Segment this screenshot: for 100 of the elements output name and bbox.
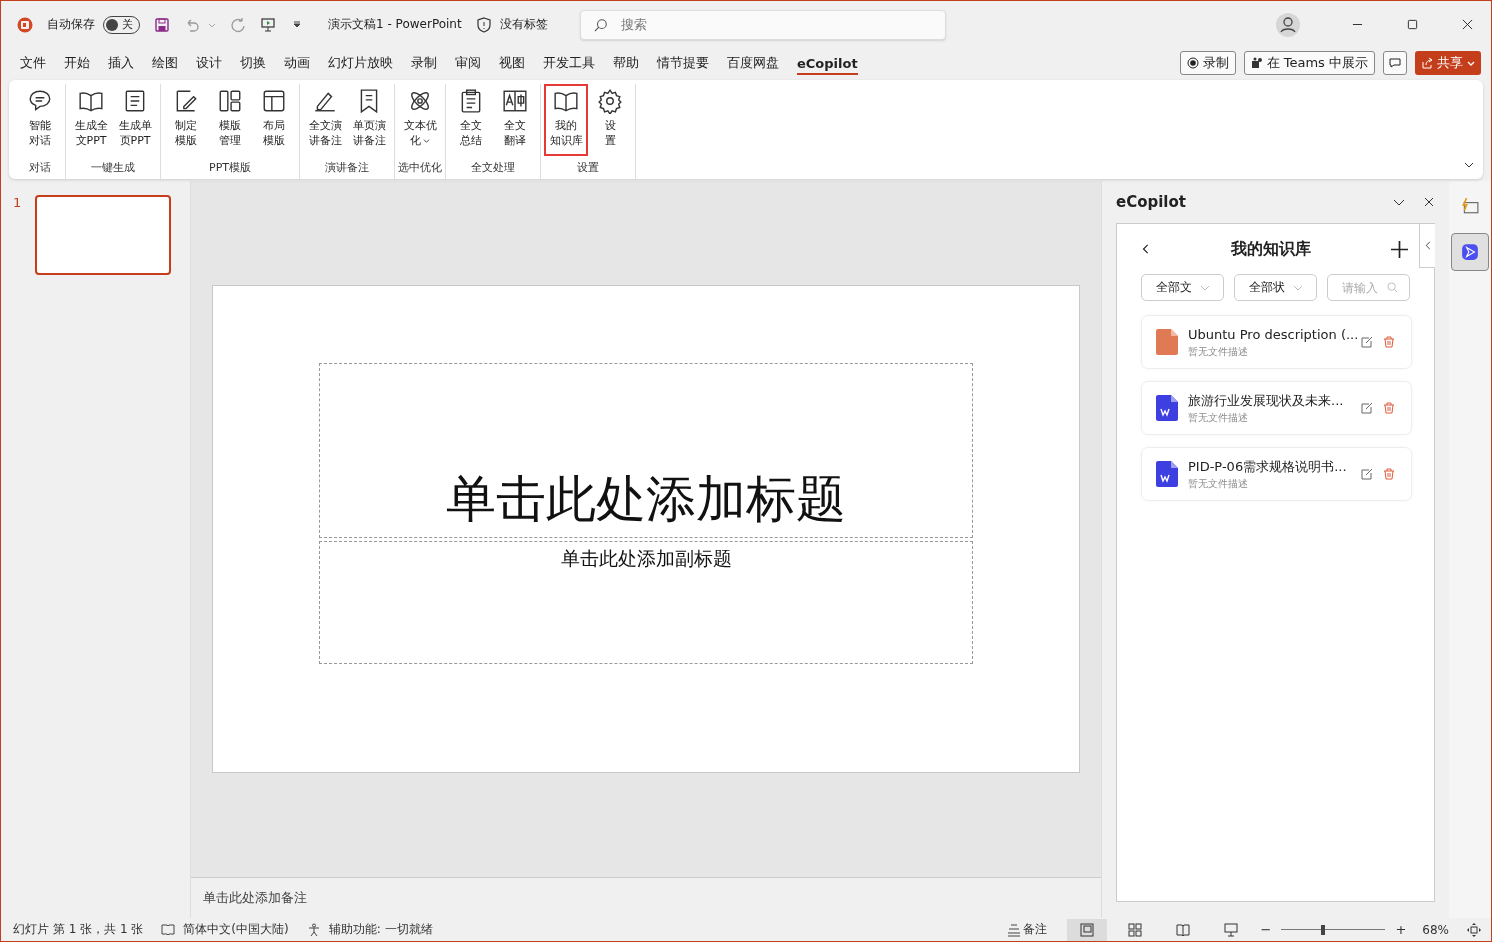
title-placeholder[interactable]: 单击此处添加标题 [319,363,973,538]
notes-button[interactable]: 备注 [996,921,1047,938]
ribbon-tab[interactable]: 开始 [55,50,99,76]
ribbon-tab[interactable]: 设计 [187,50,231,76]
file-item[interactable]: 旅游行业发展现状及未来... 暂无文件描述 [1141,381,1412,435]
subtitle-placeholder[interactable]: 单击此处添加副标题 [319,541,973,664]
document-title: 演示文稿1 - PowerPoint [328,16,462,33]
file-item[interactable]: Ubuntu Pro description (... 暂无文件描述 [1141,315,1412,369]
autosave-label: 自动保存 [47,16,95,33]
ribbon-button[interactable]: 全文 总结 [449,84,493,156]
ribbon-tab[interactable]: 动画 [275,50,319,76]
edit-icon[interactable] [1361,468,1373,480]
book-check-icon[interactable] [161,922,176,937]
present-icon[interactable] [260,16,276,33]
accessibility-status[interactable]: 辅助功能: 一切就绪 [328,921,433,938]
search-field[interactable]: 搜索 [579,9,946,40]
ribbon-tab[interactable]: 情节提要 [648,50,718,76]
caret-icon [1199,284,1210,291]
group-label: 对话 [29,160,51,176]
add-icon[interactable] [1391,240,1408,258]
filter-dropdown[interactable]: 全部文 [1141,274,1224,301]
ribbon-button[interactable]: 布局 模版 [252,84,296,156]
group-label: 全文处理 [471,160,515,176]
sensitivity-label[interactable]: 没有标签 [499,16,548,33]
close-icon[interactable] [1423,196,1435,208]
file-name: Ubuntu Pro description (... [1188,326,1359,344]
share-button[interactable]: 共享 [1415,51,1481,75]
edit-icon[interactable] [1361,336,1373,348]
zoom-in-button[interactable]: + [1393,922,1409,937]
edit-icon[interactable] [1361,402,1373,414]
slide-count: 幻灯片 第 1 张，共 1 张 [13,921,144,938]
ribbon-tab[interactable]: 文件 [11,50,55,76]
file-search-field[interactable]: 请输入 [1327,274,1410,301]
group-label: 一键生成 [91,160,135,176]
caret-icon [1292,284,1303,291]
ribbon-button[interactable]: 模版 管理 [208,84,252,156]
file-item[interactable]: PID-P-06需求规格说明书... 暂无文件描述 [1141,447,1412,501]
view-button[interactable] [1066,918,1107,941]
search-icon [593,17,608,32]
ribbon-button[interactable]: 智能 对话 [18,84,62,156]
slide-number: 1 [13,195,22,212]
side-panel-button[interactable] [1451,233,1489,271]
file-description: 暂无文件描述 [1188,345,1249,358]
delete-icon[interactable] [1383,468,1395,480]
file-name: PID-P-06需求规格说明书... [1188,458,1347,476]
translate-icon [502,88,528,114]
ribbon-tab[interactable]: 绘图 [143,50,187,76]
comments-button[interactable] [1383,51,1407,75]
slide-thumbnail[interactable] [35,195,172,275]
delete-icon[interactable] [1383,402,1395,414]
ribbon-tab[interactable]: 幻灯片放映 [319,50,402,76]
layout-icon [217,88,243,114]
save-icon[interactable] [154,16,170,33]
record-button[interactable]: 录制 [1179,51,1236,75]
teams-present-button[interactable]: 在 Teams 中展示 [1243,51,1375,75]
ribbon-button[interactable]: 我的 知识库 [544,84,588,156]
record-icon [1186,57,1199,69]
group-label: PPT模版 [209,160,251,176]
ribbon-tab[interactable]: 切换 [231,50,275,76]
customize-caret-icon[interactable] [292,19,302,30]
ribbon-button[interactable]: 全文演 讲备注 [303,84,347,156]
language-status[interactable]: 简体中文(中国大陆) [183,921,289,938]
pane-title: eCopilot [1116,193,1187,211]
file-description: 暂无文件描述 [1188,477,1249,490]
ribbon-tab[interactable]: 帮助 [604,50,648,76]
knowledge-base-title: 我的知识库 [1230,238,1312,260]
ribbon-button[interactable]: 设 置 [588,84,632,156]
accessibility-icon[interactable] [306,922,321,937]
group-label: 演讲备注 [325,160,369,176]
search-icon [1387,282,1398,293]
grid-view-icon [1127,922,1142,937]
normal-view-icon [1079,922,1094,937]
ribbon-button[interactable]: 生成全 文PPT [69,84,113,156]
teams-icon [1250,57,1263,69]
notes-placeholder[interactable]: 单击此处添加备注 [203,889,307,907]
ribbon-tab[interactable]: 百度网盘 [718,50,788,76]
fit-slide-icon[interactable] [1467,922,1481,937]
zoom-level[interactable]: 68% [1422,922,1449,937]
filter-dropdown[interactable]: 全部状 [1234,274,1317,301]
ribbon-tab[interactable]: 开发工具 [534,50,604,76]
ribbon-tab[interactable]: 视图 [490,50,534,76]
ribbon-tab[interactable]: eCopilot [788,51,867,75]
ribbon-tab[interactable]: 插入 [99,50,143,76]
ribbon-button[interactable]: 文本优 化 [398,84,442,156]
gear-icon [597,88,623,114]
zoom-out-button[interactable]: − [1258,922,1274,937]
delete-icon[interactable] [1383,336,1395,348]
ribbon-button[interactable]: 制定 模版 [164,84,208,156]
ribbon-button[interactable]: 单页演 讲备注 [347,84,391,156]
ribbon-tab[interactable]: 审阅 [446,50,490,76]
share-icon [1421,57,1433,69]
avatar-icon[interactable] [1276,12,1300,37]
ribbon-button[interactable]: 生成单 页PPT [113,84,157,156]
ecopilot-icon [1461,243,1479,261]
ribbon-button[interactable]: 全文 翻译 [493,84,537,156]
back-icon[interactable] [1141,242,1151,256]
reading-view-icon [1175,922,1190,937]
word-file-icon [1156,461,1178,487]
ribbon-tab[interactable]: 录制 [402,50,446,76]
shield-icon [475,16,492,33]
